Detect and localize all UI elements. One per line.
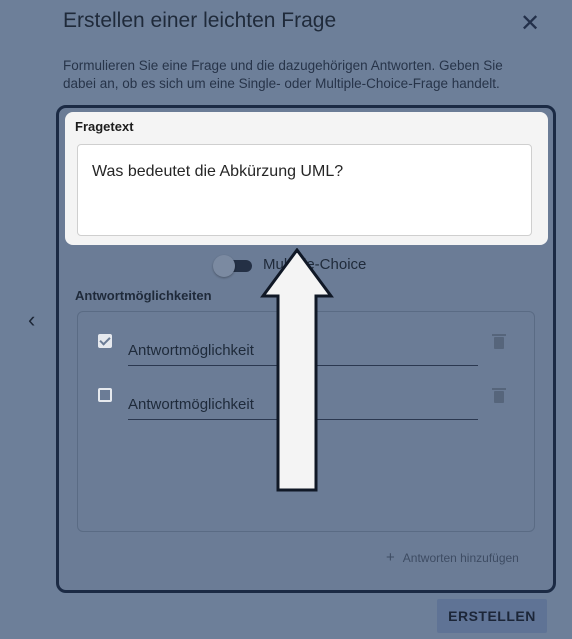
plus-icon: + — [386, 549, 395, 566]
dialog-title: Erstellen einer leichten Frage — [63, 9, 337, 32]
question-text-label: Fragetext — [75, 119, 134, 134]
chevron-left-icon[interactable]: ‹ — [28, 307, 35, 333]
add-answers-button[interactable]: + Antworten hinzufügen — [386, 549, 519, 566]
answer-2-checkbox[interactable] — [98, 388, 112, 402]
trash-icon[interactable] — [492, 334, 506, 349]
up-arrow-annotation — [260, 248, 334, 492]
close-icon[interactable]: ✕ — [520, 9, 540, 38]
dialog-description: Formulieren Sie eine Frage und die dazug… — [63, 58, 503, 91]
answers-label: Antwortmöglichkeiten — [75, 288, 212, 303]
toggle-knob[interactable] — [213, 255, 235, 277]
question-text-field[interactable]: Was bedeutet die Abkürzung UML? — [77, 144, 532, 236]
answer-1-checkbox[interactable] — [98, 334, 112, 348]
trash-icon[interactable] — [492, 388, 506, 403]
create-question-dialog: Erstellen einer leichten Frage ✕ Formuli… — [0, 0, 572, 639]
create-button[interactable]: ERSTELLEN — [437, 599, 547, 633]
add-answers-label: Antworten hinzufügen — [402, 551, 519, 565]
